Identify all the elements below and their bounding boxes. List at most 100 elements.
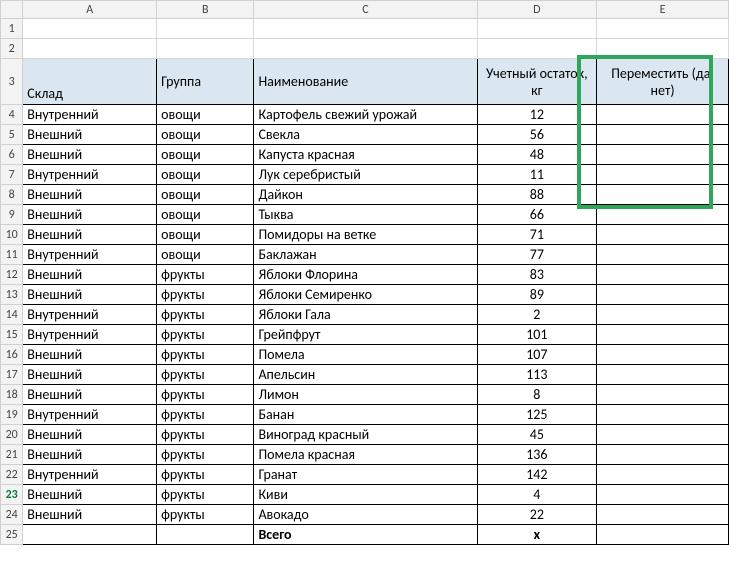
cell-D15[interactable]: 101 (477, 325, 597, 345)
cell-C22[interactable]: Гранат (254, 465, 477, 485)
row-10[interactable]: 10ВнешнийовощиПомидоры на ветке71 (1, 225, 729, 245)
cell-D19[interactable]: 125 (477, 405, 597, 425)
cell-E25[interactable] (597, 525, 729, 545)
row-head-9[interactable]: 9 (1, 205, 23, 225)
row-25-total[interactable]: 25Всегоx (1, 525, 729, 545)
cell-B12[interactable]: фрукты (157, 265, 254, 285)
row-17[interactable]: 17ВнешнийфруктыАпельсин113 (1, 365, 729, 385)
cell-B19[interactable]: фрукты (157, 405, 254, 425)
cell-A23[interactable]: Внешний (23, 485, 157, 505)
cell-D25[interactable]: x (477, 525, 597, 545)
cell-B8[interactable]: овощи (157, 185, 254, 205)
cell-D4[interactable]: 12 (477, 105, 597, 125)
row-head-7[interactable]: 7 (1, 165, 23, 185)
cell-A12[interactable]: Внешний (23, 265, 157, 285)
row-6[interactable]: 6ВнешнийовощиКапуста красная48 (1, 145, 729, 165)
row-8[interactable]: 8ВнешнийовощиДайкон88 (1, 185, 729, 205)
cell-B7[interactable]: овощи (157, 165, 254, 185)
cell-E19[interactable] (597, 405, 729, 425)
cell-A6[interactable]: Внешний (23, 145, 157, 165)
cell-C10[interactable]: Помидоры на ветке (254, 225, 477, 245)
cell-D7[interactable]: 11 (477, 165, 597, 185)
cell-B11[interactable]: овощи (157, 245, 254, 265)
cell-B17[interactable]: фрукты (157, 365, 254, 385)
cell-B5[interactable]: овощи (157, 125, 254, 145)
col-head-B[interactable]: B (157, 1, 254, 19)
row-12[interactable]: 12ВнешнийфруктыЯблоки Флорина83 (1, 265, 729, 285)
cell-C2[interactable] (254, 39, 477, 59)
row-head-4[interactable]: 4 (1, 105, 23, 125)
row-head-18[interactable]: 18 (1, 385, 23, 405)
row-head-23[interactable]: 23 (1, 485, 23, 505)
cell-B16[interactable]: фрукты (157, 345, 254, 365)
cell-B13[interactable]: фрукты (157, 285, 254, 305)
cell-E17[interactable] (597, 365, 729, 385)
cell-C23[interactable]: Киви (254, 485, 477, 505)
cell-A21[interactable]: Внешний (23, 445, 157, 465)
cell-C4[interactable]: Картофель свежий урожай (254, 105, 477, 125)
column-header-row[interactable]: A B C D E (1, 1, 729, 19)
cell-E8[interactable] (597, 185, 729, 205)
cell-A19[interactable]: Внутренний (23, 405, 157, 425)
col-head-D[interactable]: D (477, 1, 597, 19)
cell-E5[interactable] (597, 125, 729, 145)
cell-B15[interactable]: фрукты (157, 325, 254, 345)
row-16[interactable]: 16ВнешнийфруктыПомела107 (1, 345, 729, 365)
cell-C5[interactable]: Свекла (254, 125, 477, 145)
cell-A4[interactable]: Внутренний (23, 105, 157, 125)
row-head-14[interactable]: 14 (1, 305, 23, 325)
cell-D10[interactable]: 71 (477, 225, 597, 245)
row-11[interactable]: 11ВнутреннийовощиБаклажан77 (1, 245, 729, 265)
cell-E18[interactable] (597, 385, 729, 405)
cell-E21[interactable] (597, 445, 729, 465)
cell-D13[interactable]: 89 (477, 285, 597, 305)
cell-A13[interactable]: Внешний (23, 285, 157, 305)
cell-A18[interactable]: Внешний (23, 385, 157, 405)
row-head-24[interactable]: 24 (1, 505, 23, 525)
cell-C11[interactable]: Баклажан (254, 245, 477, 265)
row-2[interactable]: 2 (1, 39, 729, 59)
cell-D1[interactable] (477, 19, 597, 39)
cell-D16[interactable]: 107 (477, 345, 597, 365)
cell-E16[interactable] (597, 345, 729, 365)
cell-B24[interactable]: фрукты (157, 505, 254, 525)
cell-C15[interactable]: Грейпфрут (254, 325, 477, 345)
col-head-E[interactable]: E (597, 1, 729, 19)
row-4[interactable]: 4ВнутреннийовощиКартофель свежий урожай1… (1, 105, 729, 125)
cell-B1[interactable] (157, 19, 254, 39)
cell-E22[interactable] (597, 465, 729, 485)
cell-E15[interactable] (597, 325, 729, 345)
row-23[interactable]: 23ВнешнийфруктыКиви4 (1, 485, 729, 505)
row-head-19[interactable]: 19 (1, 405, 23, 425)
row-9[interactable]: 9ВнешнийовощиТыква66 (1, 205, 729, 225)
cell-E1[interactable] (597, 19, 729, 39)
cell-D21[interactable]: 136 (477, 445, 597, 465)
cell-C20[interactable]: Виноград красный (254, 425, 477, 445)
cell-E4[interactable] (597, 105, 729, 125)
cell-A9[interactable]: Внешний (23, 205, 157, 225)
cell-D6[interactable]: 48 (477, 145, 597, 165)
cell-A2[interactable] (23, 39, 157, 59)
cell-A10[interactable]: Внешний (23, 225, 157, 245)
cell-B25[interactable] (157, 525, 254, 545)
cell-A8[interactable]: Внешний (23, 185, 157, 205)
cell-D8[interactable]: 88 (477, 185, 597, 205)
cell-D20[interactable]: 45 (477, 425, 597, 445)
cell-C19[interactable]: Банан (254, 405, 477, 425)
cell-C13[interactable]: Яблоки Семиренко (254, 285, 477, 305)
row-head-3[interactable]: 3 (1, 59, 23, 105)
cell-B21[interactable]: фрукты (157, 445, 254, 465)
col-head-C[interactable]: C (254, 1, 477, 19)
row-head-2[interactable]: 2 (1, 39, 23, 59)
cell-A5[interactable]: Внешний (23, 125, 157, 145)
row-5[interactable]: 5ВнешнийовощиСвекла56 (1, 125, 729, 145)
cell-B23[interactable]: фрукты (157, 485, 254, 505)
row-head-5[interactable]: 5 (1, 125, 23, 145)
cell-B14[interactable]: фрукты (157, 305, 254, 325)
cell-B10[interactable]: овощи (157, 225, 254, 245)
cell-A1[interactable] (23, 19, 157, 39)
cell-E14[interactable] (597, 305, 729, 325)
row-head-21[interactable]: 21 (1, 445, 23, 465)
row-21[interactable]: 21ВнешнийфруктыПомела красная136 (1, 445, 729, 465)
row-3-header[interactable]: 3 Склад Группа Наименование Учетный оста… (1, 59, 729, 105)
